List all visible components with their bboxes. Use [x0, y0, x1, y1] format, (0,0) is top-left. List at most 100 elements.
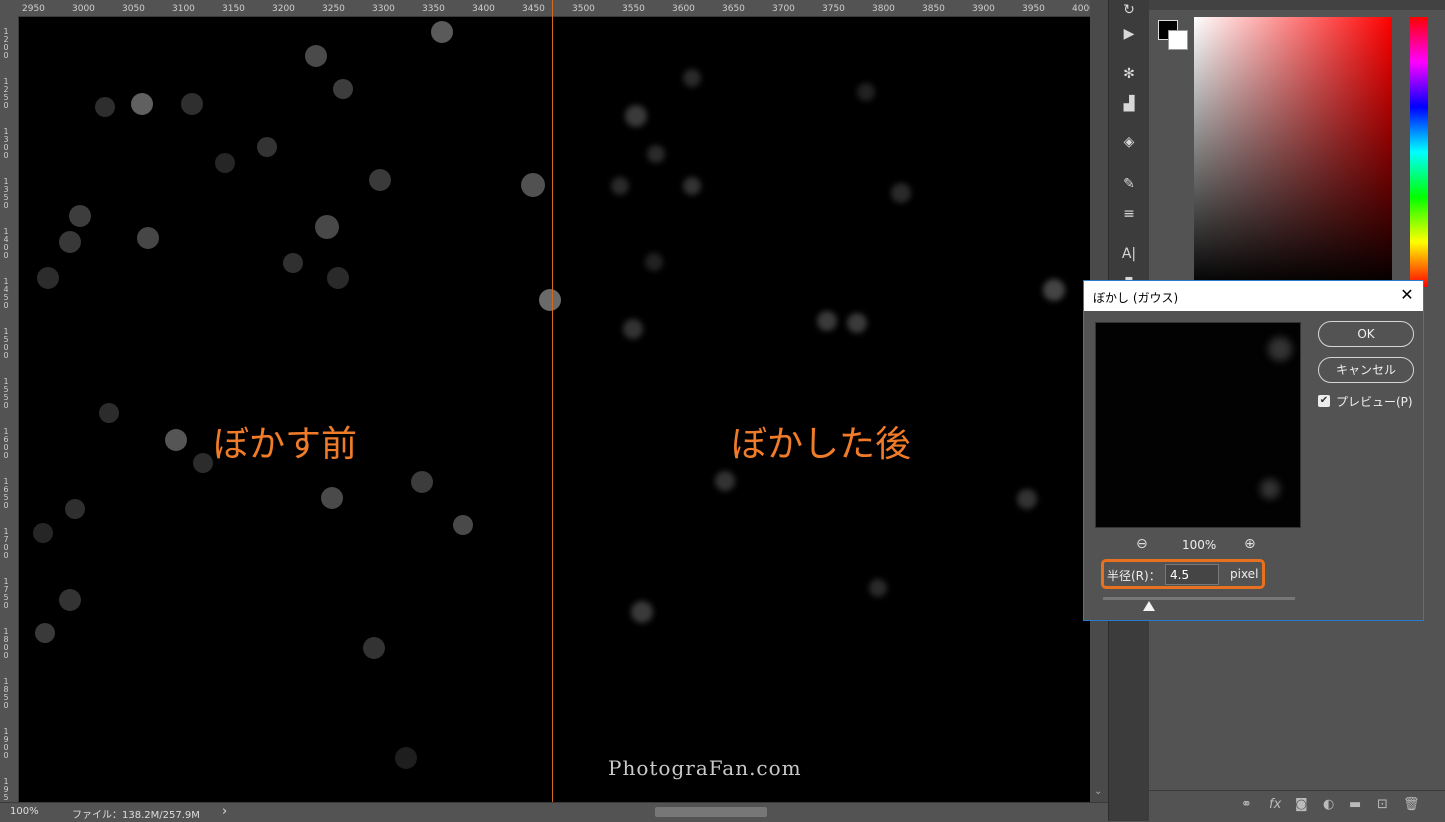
- document-canvas[interactable]: ぼかす前 ぼかした後: [19, 17, 1090, 802]
- ruler-tick: 3500: [572, 4, 595, 14]
- ruler-tick: 3750: [822, 4, 845, 14]
- bokeh-dot: [193, 453, 213, 473]
- hue-slider[interactable]: [1410, 17, 1428, 287]
- bokeh-dot: [623, 319, 643, 339]
- layers-footer: ⚭ fx ◙ ◐ ▬ ⊡ 🗑: [1149, 790, 1445, 822]
- bokeh-dot: [891, 183, 911, 203]
- ruler-tick: 3900: [972, 4, 995, 14]
- ruler-tick: 3700: [772, 4, 795, 14]
- bokeh-dot: [611, 177, 629, 195]
- ruler-tick: 1750: [3, 577, 9, 610]
- preview-checkbox-label[interactable]: プレビュー(P): [1336, 393, 1413, 410]
- ok-button[interactable]: OK: [1318, 321, 1414, 347]
- trash-icon[interactable]: 🗑: [1403, 797, 1420, 812]
- guide-line[interactable]: [552, 0, 553, 821]
- folder-icon[interactable]: ▬: [1349, 797, 1361, 812]
- radius-slider-thumb[interactable]: [1143, 601, 1156, 611]
- mask-icon[interactable]: ◙: [1295, 797, 1308, 812]
- radius-slider-track[interactable]: [1103, 597, 1295, 600]
- bokeh-dot: [137, 227, 159, 249]
- brush-icon[interactable]: ✎: [1119, 174, 1139, 194]
- bokeh-dot: [647, 145, 665, 163]
- bokeh-dot: [625, 105, 647, 127]
- bokeh-dot: [257, 137, 277, 157]
- ruler-tick: 1800: [3, 627, 9, 660]
- color-picker-field[interactable]: [1194, 17, 1392, 287]
- ruler-tick: 1400: [3, 227, 9, 260]
- close-icon[interactable]: ✕: [1397, 285, 1417, 305]
- ruler-tick: 1850: [3, 677, 9, 710]
- top-ruler: 2950 3000 3050 3100 3150 3200 3250 3300 …: [0, 0, 1092, 17]
- bokeh-dot: [869, 579, 887, 597]
- bokeh-dot: [521, 173, 545, 197]
- dialog-titlebar[interactable]: ぼかし (ガウス) ✕: [1084, 281, 1423, 311]
- bokeh-dot: [431, 21, 453, 43]
- blur-preview[interactable]: [1095, 322, 1301, 528]
- bokeh-dot: [37, 267, 59, 289]
- bokeh-dot: [181, 93, 203, 115]
- play-icon[interactable]: ▶: [1119, 24, 1139, 44]
- zoom-out-icon[interactable]: ⊖: [1136, 536, 1148, 552]
- ruler-tick: 3300: [372, 4, 395, 14]
- bokeh-dot: [283, 253, 303, 273]
- radius-input[interactable]: [1165, 564, 1219, 585]
- bokeh-dot: [59, 589, 81, 611]
- bokeh-dot: [131, 93, 153, 115]
- ruler-tick: 3150: [222, 4, 245, 14]
- gaussian-blur-dialog: ぼかし (ガウス) ✕ OK キャンセル ✔ プレビュー(P) ⊖ 100% ⊕…: [1083, 280, 1424, 621]
- ruler-tick: 3650: [722, 4, 745, 14]
- bokeh-dot: [95, 97, 115, 117]
- bokeh-dot: [333, 79, 353, 99]
- bokeh-dot: [69, 205, 91, 227]
- adjustment-layer-icon[interactable]: ◐: [1323, 797, 1334, 812]
- bokeh-dot: [857, 83, 875, 101]
- ruler-tick: 1450: [3, 277, 9, 310]
- ruler-tick: 3250: [322, 4, 345, 14]
- cube-icon[interactable]: ◈: [1119, 132, 1139, 152]
- zoom-readout[interactable]: 100%: [10, 806, 39, 817]
- ruler-tick: 3800: [872, 4, 895, 14]
- histogram-icon[interactable]: ▟: [1119, 94, 1139, 114]
- status-menu-icon[interactable]: ›: [222, 804, 227, 819]
- ruler-tick: 3350: [422, 4, 445, 14]
- type-icon[interactable]: A|: [1119, 244, 1139, 264]
- file-info: ファイル：138.2M/257.9M: [72, 810, 200, 821]
- bokeh-dot: [305, 45, 327, 67]
- panel-tab-bar: [1149, 0, 1445, 10]
- ruler-tick: 3550: [622, 4, 645, 14]
- link-icon[interactable]: ⚭: [1241, 797, 1252, 812]
- snowflake-icon[interactable]: ✻: [1119, 64, 1139, 84]
- adjust-icon[interactable]: ≡: [1119, 204, 1139, 224]
- fx-icon[interactable]: fx: [1269, 797, 1281, 812]
- horizontal-scroll-thumb[interactable]: [655, 807, 767, 817]
- ruler-tick: 3850: [922, 4, 945, 14]
- bokeh-dot: [539, 289, 561, 311]
- preview-dot: [1260, 479, 1280, 499]
- history-icon[interactable]: ↻: [1119, 0, 1139, 20]
- scroll-down-icon[interactable]: ⌄: [1094, 786, 1102, 797]
- label-after-blur: ぼかした後: [731, 424, 912, 465]
- ruler-tick: 3050: [122, 4, 145, 14]
- zoom-in-icon[interactable]: ⊕: [1244, 536, 1256, 552]
- bokeh-dot: [453, 515, 473, 535]
- bokeh-dot: [645, 253, 663, 271]
- bokeh-dot: [1017, 489, 1037, 509]
- ruler-tick: 3600: [672, 4, 695, 14]
- bokeh-dot: [35, 623, 55, 643]
- status-bar: 100% ファイル：138.2M/257.9M ›: [0, 802, 1108, 822]
- bokeh-dot: [315, 215, 339, 239]
- dialog-title: ぼかし (ガウス): [1093, 291, 1179, 305]
- ruler-tick: 3950: [1022, 4, 1045, 14]
- preview-checkbox[interactable]: ✔: [1318, 395, 1330, 407]
- background-color-swatch[interactable]: [1168, 30, 1188, 50]
- bokeh-dot: [363, 637, 385, 659]
- cancel-button[interactable]: キャンセル: [1318, 357, 1414, 383]
- ruler-tick: 3450: [522, 4, 545, 14]
- bokeh-dot: [683, 69, 701, 87]
- ruler-tick: 2950: [22, 4, 45, 14]
- bokeh-dot: [411, 471, 433, 493]
- ruler-tick: 3000: [72, 4, 95, 14]
- bokeh-dot: [631, 601, 653, 623]
- new-layer-icon[interactable]: ⊡: [1377, 797, 1388, 812]
- radius-label: 半径(R)：: [1107, 569, 1161, 583]
